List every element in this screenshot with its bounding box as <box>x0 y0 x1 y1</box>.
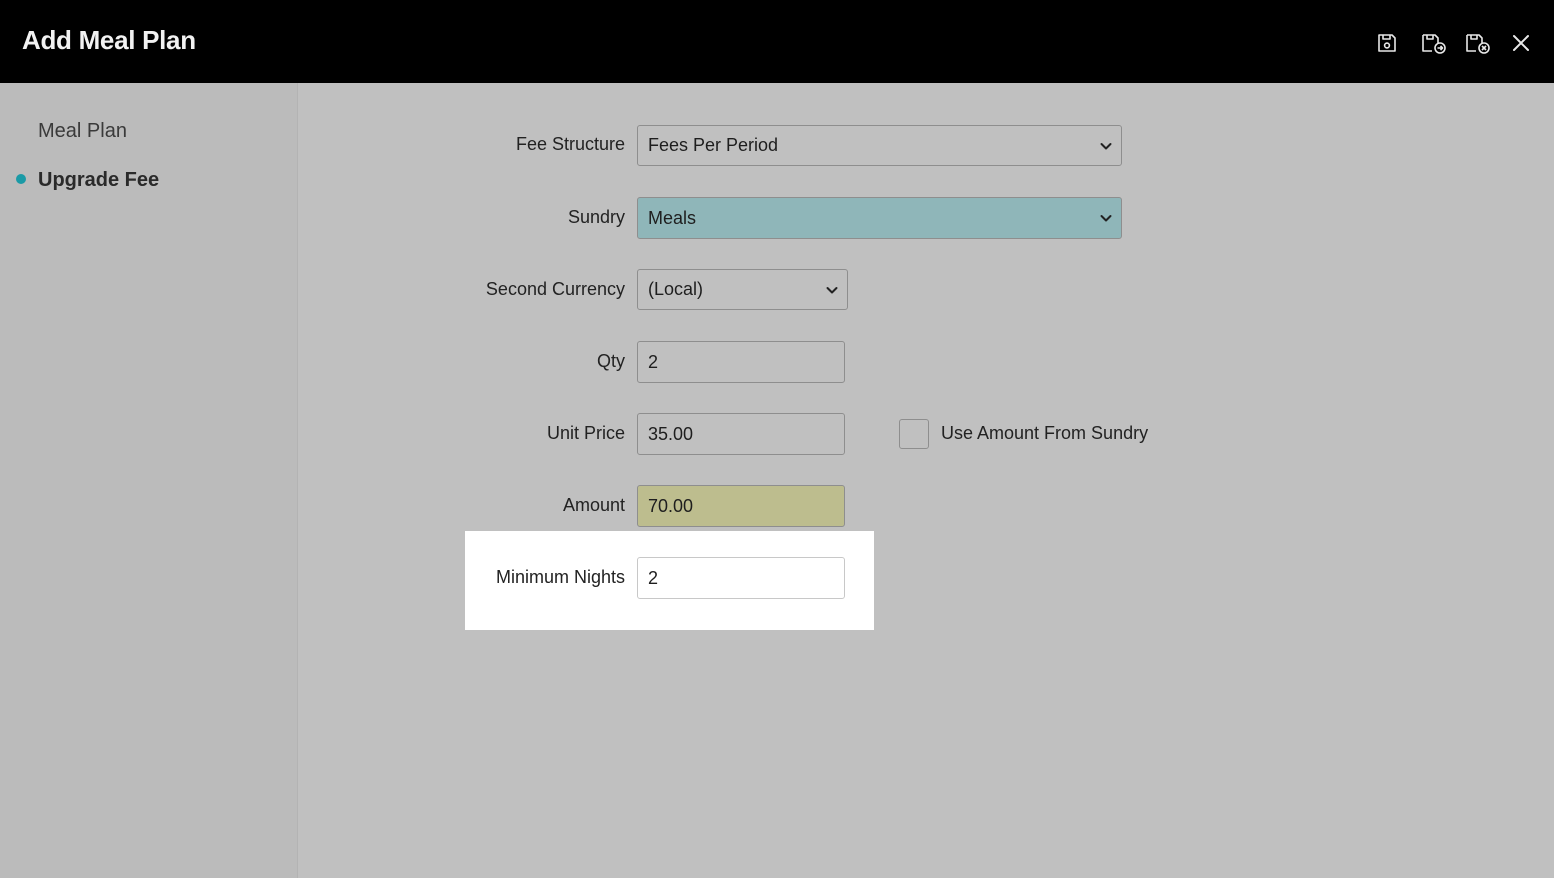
save-and-next-button[interactable] <box>1419 28 1449 58</box>
sundry-select[interactable]: Meals <box>637 197 1122 239</box>
fee-structure-select[interactable]: Fees Per Period <box>637 125 1122 166</box>
amount-label: Amount <box>562 495 625 515</box>
page-title: Add Meal Plan <box>22 25 196 55</box>
header-bar: Add Meal Plan <box>0 0 1554 83</box>
chevron-down-icon <box>826 286 838 293</box>
sundry-label: Sundry <box>567 207 625 227</box>
close-icon <box>1513 35 1529 51</box>
active-indicator-dot <box>16 174 26 184</box>
save-and-close-button[interactable] <box>1463 28 1493 58</box>
sidebar-item-upgrade-fee[interactable]: Upgrade Fee <box>38 169 159 192</box>
use-amount-from-sundry-checkbox[interactable] <box>899 419 929 449</box>
chevron-down-icon <box>1100 142 1112 149</box>
minimum-nights-input[interactable]: 2 <box>637 557 845 599</box>
unit-price-input[interactable]: 35.00 <box>637 413 845 455</box>
chevron-down-icon <box>1100 215 1112 222</box>
second-currency-label: Second Currency <box>485 279 625 299</box>
qty-input[interactable]: 2 <box>637 341 845 383</box>
fee-structure-label: Fee Structure <box>515 134 625 154</box>
save-and-close-icon <box>1466 34 1490 54</box>
save-icon <box>1378 34 1396 52</box>
qty-label: Qty <box>596 351 625 371</box>
minimum-nights-label: Minimum Nights <box>495 567 625 587</box>
second-currency-select[interactable]: (Local) <box>637 269 848 310</box>
amount-input[interactable]: 70.00 <box>637 485 845 527</box>
unit-price-label: Unit Price <box>546 423 625 443</box>
sundry-value: Meals <box>648 207 697 228</box>
sidebar <box>0 83 298 878</box>
use-amount-from-sundry-label[interactable]: Use Amount From Sundry <box>941 423 1148 444</box>
close-button[interactable] <box>1506 28 1536 58</box>
sidebar-item-meal-plan[interactable]: Meal Plan <box>38 120 127 143</box>
save-and-next-icon <box>1422 34 1446 54</box>
fee-structure-value: Fees Per Period <box>648 135 779 155</box>
second-currency-value: (Local) <box>648 279 704 299</box>
save-button[interactable] <box>1372 28 1402 58</box>
